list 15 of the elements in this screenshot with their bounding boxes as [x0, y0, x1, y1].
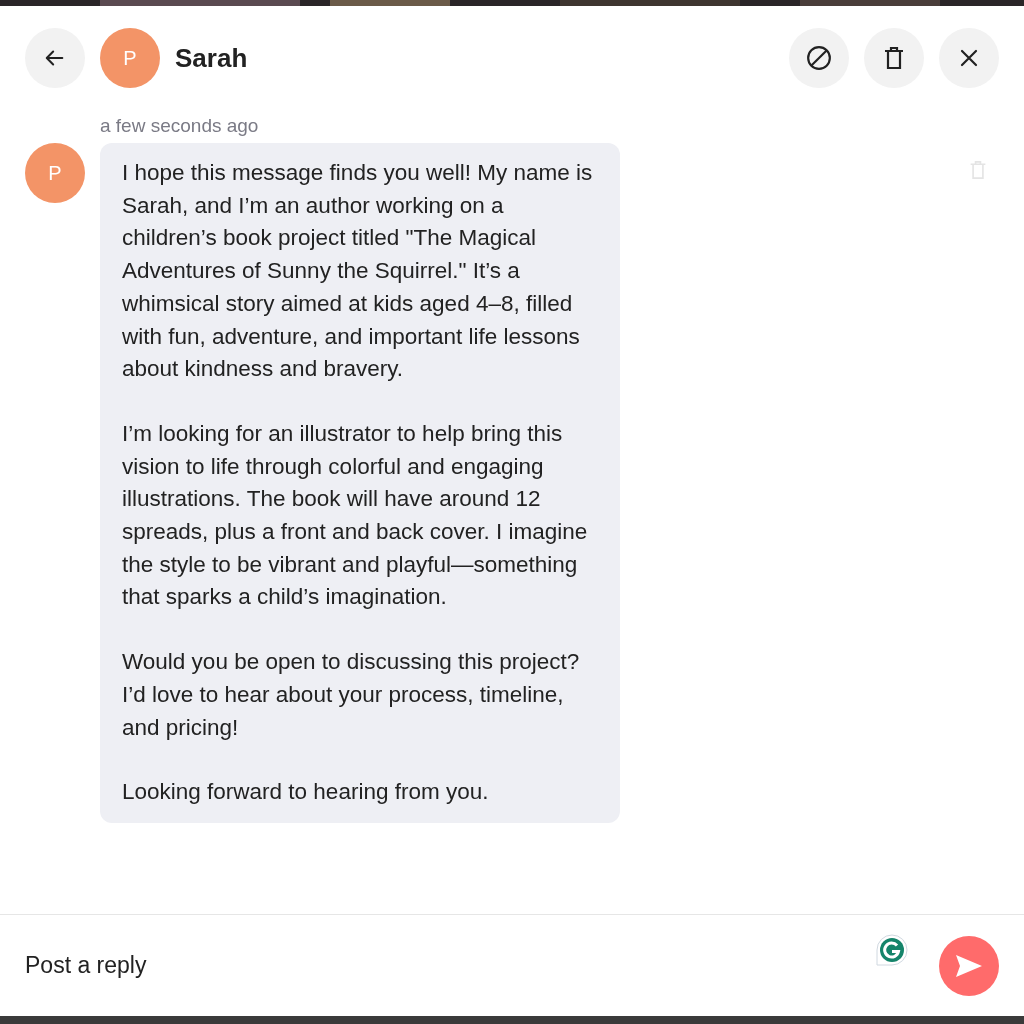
timestamp: a few seconds ago [100, 114, 260, 138]
trash-icon [969, 159, 987, 181]
close-icon [959, 48, 979, 68]
message-paragraph: Would you be open to discussing this project? I’d love to hear about your process, timeline, and pricing! [122, 648, 581, 742]
send-icon [955, 953, 983, 978]
avatar: P [100, 28, 160, 88]
message-paragraph: I’m looking for an illustrator to help bring this vision to life through colorful and engaging illustrations. The book will have around 12 spreads, plus a front and back cover. I imagine the style to be vibrant and playful—something that sparks a child’s imagination. [122, 419, 589, 612]
avatar: P [25, 143, 85, 203]
message-paragraph: Looking forward to hearing from you. [122, 778, 490, 807]
grammar-check-icon [875, 933, 909, 967]
trash-icon [883, 46, 905, 70]
message-paragraph: I hope this message finds you well! My name is Sarah, and I’m an author working on a children’s book project titled "The Magical Adventures of Sunny the Squirrel." It’s a whimsical story aimed at kids aged 4–8, filled with fun, adventure, and important life lessons about kindness and bravery. [122, 159, 594, 384]
reply-input[interactable]: Post a reply [25, 948, 875, 983]
contact-name: Sarah [175, 41, 249, 75]
block-icon [806, 45, 832, 71]
